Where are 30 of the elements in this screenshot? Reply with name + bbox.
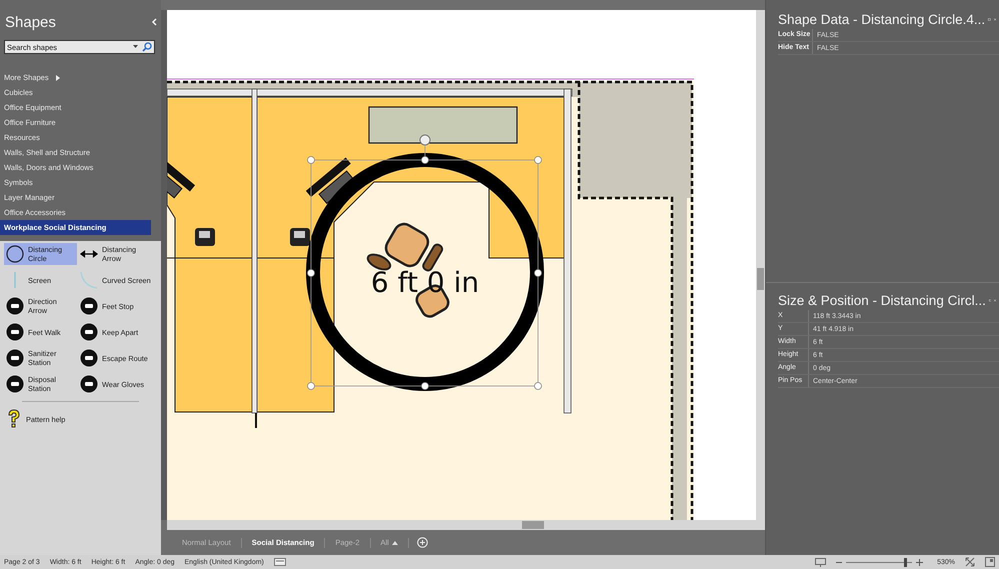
question-icon: [6, 409, 22, 429]
fit-page-icon[interactable]: [965, 557, 975, 567]
panel-title: Shape Data - Distancing Circle.4...: [778, 12, 986, 27]
arc-icon: [80, 271, 98, 289]
sign-icon: [80, 349, 98, 367]
submenu-icon: [56, 74, 60, 80]
presentation-icon[interactable]: [815, 558, 826, 566]
caret-icon: [392, 540, 398, 544]
sign-icon: [80, 323, 98, 341]
sign-icon: [6, 297, 24, 315]
sign-icon: [6, 349, 24, 367]
sign-icon: [80, 375, 98, 393]
search-icon[interactable]: [142, 42, 152, 52]
sign-icon: [6, 375, 24, 393]
panel-title: Shapes: [5, 14, 56, 30]
vertical-scrollbar[interactable]: [756, 10, 765, 520]
double-arrow-icon: [80, 250, 98, 258]
sign-icon: [80, 297, 98, 315]
dropdown-icon[interactable]: [133, 45, 138, 49]
collapse-icon[interactable]: [151, 18, 157, 26]
add-page-icon[interactable]: [416, 537, 428, 548]
macro-icon[interactable]: [274, 558, 286, 566]
line-icon: [14, 271, 16, 289]
sign-icon: [6, 323, 24, 341]
horizontal-scrollbar[interactable]: [167, 520, 765, 530]
zoom-in-icon[interactable]: [916, 558, 924, 566]
pan-zoom-icon[interactable]: [985, 557, 995, 567]
circle-icon: [6, 245, 24, 263]
panel-title: Size & Position - Distancing Circl...: [778, 293, 986, 308]
maximize-icon[interactable]: [988, 16, 991, 23]
